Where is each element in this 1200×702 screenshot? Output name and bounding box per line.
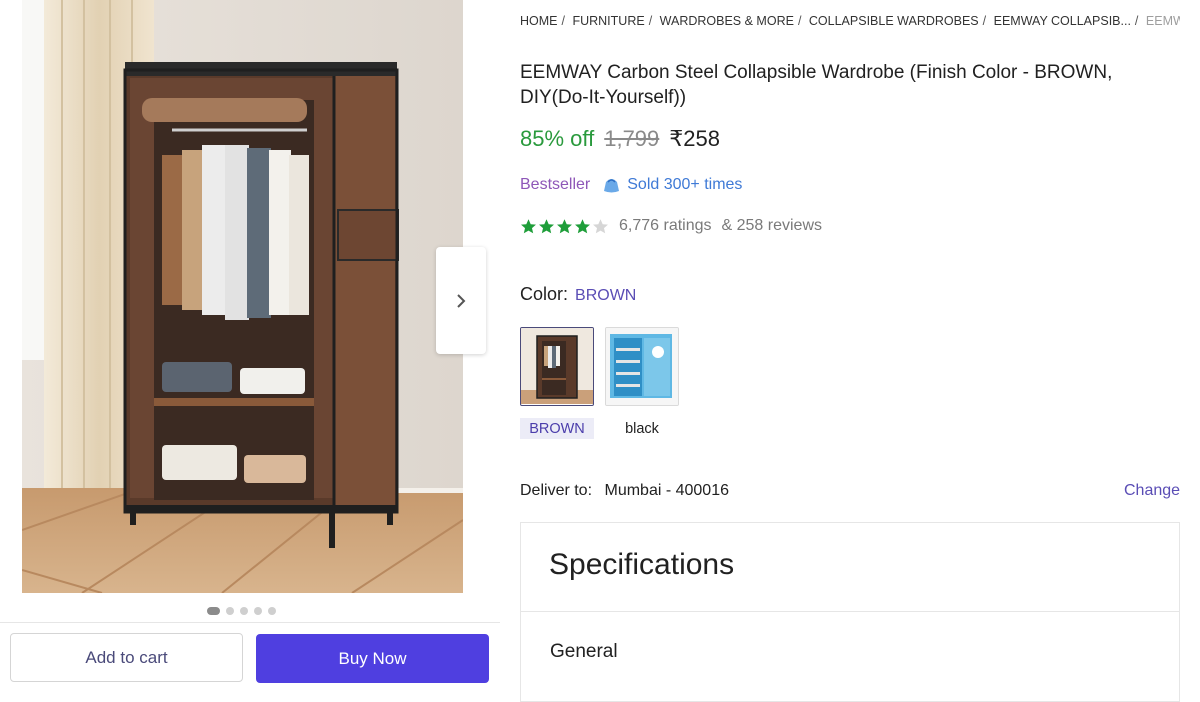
breadcrumb-separator: / — [797, 14, 802, 28]
pagination-dot[interactable] — [207, 607, 220, 615]
color-option-label-brown[interactable]: BROWN — [520, 418, 594, 439]
delivery-info: Deliver to: Mumbai - 400016 — [520, 482, 729, 500]
spec-section-general[interactable]: General — [550, 641, 618, 663]
breadcrumb: HOME / FURNITURE / WARDROBES & MORE / COLLA… — [520, 14, 1180, 28]
blue-wardrobe-thumbnail — [606, 328, 678, 405]
breadcrumb-home[interactable]: HOME — [520, 14, 558, 28]
specifications-heading: Specifications — [549, 548, 735, 581]
image-pagination — [207, 607, 276, 615]
bestseller-badge: Bestseller — [520, 176, 591, 193]
color-label-text: Color: — [520, 284, 569, 304]
delivery-location: Mumbai - 400016 — [604, 482, 729, 499]
selected-color-value: BROWN — [575, 287, 637, 304]
product-image[interactable] — [22, 0, 463, 593]
sold-count-text: Sold 300+ times — [627, 176, 743, 193]
product-title: EEMWAY Carbon Steel Collapsible Wardrobe… — [520, 62, 1113, 108]
color-swatch-brown[interactable] — [520, 327, 594, 406]
breadcrumb-separator: / — [561, 14, 565, 28]
sold-count-badge: Sold 300+ times — [602, 176, 742, 194]
change-location-link[interactable]: Change — [1124, 482, 1180, 500]
color-selector-label: Color: BROWN — [520, 284, 636, 305]
price-row: 85% off 1,799 ₹258 — [520, 126, 720, 152]
ratings-count: 6,776 ratings — [619, 217, 712, 234]
breadcrumb-collapsible-wardrobes[interactable]: COLLAPSIBLE WARDROBES — [809, 14, 979, 28]
color-option-label-black[interactable]: black — [605, 418, 679, 439]
star-filled-icon — [557, 218, 572, 233]
breadcrumb-furniture[interactable]: FURNITURE — [572, 14, 644, 28]
chevron-right-icon — [457, 293, 466, 308]
star-filled-icon — [539, 218, 554, 233]
star-filled-icon — [575, 218, 590, 233]
delivery-label: Deliver to: — [520, 482, 593, 499]
wardrobe-photo — [22, 0, 463, 593]
breadcrumb-brand[interactable]: EEMWAY COLLAPSIB... — [994, 14, 1131, 28]
breadcrumb-separator: / — [982, 14, 987, 28]
rating-row[interactable]: 6,776 ratings & 258 reviews — [520, 217, 822, 235]
pagination-dot[interactable] — [254, 607, 262, 615]
breadcrumb-current: EEMW... — [1145, 14, 1180, 28]
divider — [521, 611, 1179, 612]
breadcrumb-separator: / — [648, 14, 653, 28]
brown-wardrobe-thumbnail — [521, 328, 593, 404]
next-image-button[interactable] — [436, 247, 486, 354]
pagination-dot[interactable] — [240, 607, 248, 615]
buy-now-button[interactable]: Buy Now — [256, 634, 489, 683]
star-filled-icon — [521, 218, 536, 233]
pagination-dot[interactable] — [268, 607, 276, 615]
discount-percent: 85% off — [520, 126, 595, 151]
breadcrumb-wardrobes[interactable]: WARDROBES & MORE — [660, 14, 794, 28]
breadcrumb-separator: / — [1134, 14, 1139, 28]
original-price: 1,799 — [604, 126, 660, 151]
product-badges: Bestseller Sold 300+ times — [520, 176, 742, 194]
shopping-bag-icon — [604, 179, 620, 193]
pagination-dot[interactable] — [226, 607, 234, 615]
color-swatch-black[interactable] — [605, 327, 679, 406]
star-empty-icon — [593, 218, 608, 233]
rating-stars — [520, 218, 609, 235]
reviews-count: & 258 reviews — [721, 217, 823, 234]
selling-price: ₹258 — [669, 126, 720, 151]
add-to-cart-button[interactable]: Add to cart — [10, 633, 243, 682]
